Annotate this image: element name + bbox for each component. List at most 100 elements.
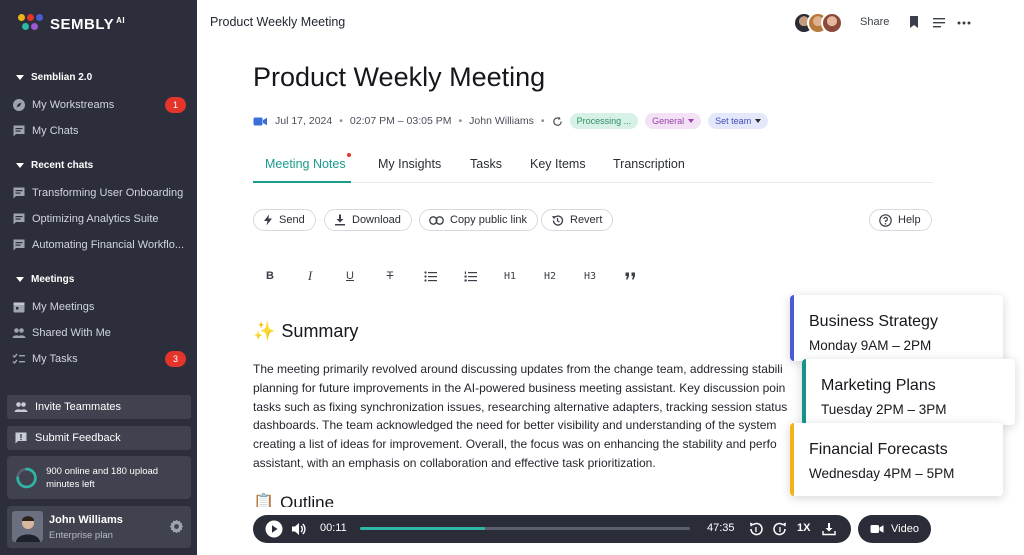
duration: 47:35 — [707, 522, 735, 534]
meeting-card-financial-forecasts[interactable]: Financial Forecasts Wednesday 4PM – 5PM — [790, 423, 1003, 496]
current-time: 00:11 — [320, 522, 347, 534]
copy-public-link-button[interactable]: Copy public link — [419, 209, 539, 231]
sparkles-icon: ✨ — [253, 321, 276, 341]
download-icon[interactable] — [822, 522, 836, 536]
gear-icon[interactable] — [169, 519, 184, 534]
logo-icon — [18, 14, 44, 34]
underline-button[interactable]: U — [340, 268, 360, 284]
usage-text: 900 online and 180 upload minutes left — [46, 465, 159, 490]
heading3-button[interactable]: H3 — [580, 268, 600, 284]
audio-player: 00:11 47:35 1X — [253, 515, 851, 543]
submit-feedback-button[interactable]: Submit Feedback — [7, 426, 191, 450]
video-camera-icon — [253, 117, 267, 125]
tab-bar: Meeting Notes My Insights Tasks Key Item… — [253, 153, 933, 183]
checklist-icon — [12, 353, 25, 365]
chat-icon — [13, 213, 25, 225]
outline-heading: 📋 Outline — [253, 493, 334, 507]
caret-down-icon — [16, 277, 24, 282]
sidebar-item-chat[interactable]: Optimizing Analytics Suite — [12, 208, 188, 230]
history-icon — [552, 214, 564, 226]
sidebar-item-shared-with-me[interactable]: Shared With Me — [12, 322, 188, 344]
user-plan: Enterprise plan — [49, 530, 113, 541]
caret-down-icon — [755, 119, 762, 123]
seek-bar[interactable] — [360, 527, 690, 530]
download-button[interactable]: Download — [324, 209, 412, 231]
tab-tasks[interactable]: Tasks — [470, 157, 502, 171]
usage-ring-icon — [16, 467, 37, 488]
user-profile[interactable]: John Williams Enterprise plan — [7, 506, 191, 548]
link-icon — [429, 215, 444, 225]
participants-avatars[interactable] — [793, 12, 845, 34]
sembly-logo[interactable]: SEMBLY AI — [18, 14, 125, 34]
tab-key-items[interactable]: Key Items — [530, 157, 586, 171]
section-semblian[interactable]: Semblian 2.0 — [16, 72, 92, 83]
page-title: Product Weekly Meeting — [253, 62, 546, 92]
count-badge: 1 — [165, 97, 186, 113]
playback-speed[interactable]: 1X — [797, 522, 810, 534]
sidebar-item-my-tasks[interactable]: My Tasks 3 — [12, 348, 188, 370]
minutes-usage[interactable]: 900 online and 180 upload minutes left — [7, 456, 191, 499]
forward-icon[interactable] — [772, 521, 788, 537]
summary-heading: ✨ Summary — [253, 321, 359, 341]
tab-meeting-notes[interactable]: Meeting Notes — [265, 157, 346, 171]
heading1-button[interactable]: H1 — [500, 268, 520, 284]
strikethrough-button[interactable]: T — [380, 268, 400, 284]
share-button[interactable]: Share — [860, 16, 889, 28]
caret-down-icon — [16, 75, 24, 80]
chat-icon — [13, 187, 25, 199]
bullet-list-icon[interactable] — [420, 268, 440, 284]
send-button[interactable]: Send — [253, 209, 316, 231]
help-button[interactable]: Help — [869, 209, 932, 231]
sidebar-item-my-meetings[interactable]: My Meetings — [12, 296, 188, 318]
meeting-card-business-strategy[interactable]: Business Strategy Monday 9AM – 2PM — [790, 295, 1003, 361]
rewind-icon[interactable] — [748, 521, 764, 537]
section-meetings[interactable]: Meetings — [16, 274, 74, 285]
tab-my-insights[interactable]: My Insights — [378, 157, 441, 171]
invite-teammates-button[interactable]: Invite Teammates — [7, 395, 191, 419]
more-options-icon[interactable] — [957, 20, 971, 26]
italic-button[interactable]: I — [300, 268, 320, 284]
meeting-owner: John Williams — [469, 115, 534, 127]
list-icon[interactable] — [932, 17, 946, 29]
section-recent-chats[interactable]: Recent chats — [16, 160, 93, 171]
sidebar-item-my-workstreams[interactable]: My Workstreams 1 — [12, 94, 188, 116]
video-camera-icon — [870, 525, 884, 533]
sidebar-item-chat[interactable]: Transforming User Onboarding — [12, 182, 188, 204]
play-icon[interactable] — [265, 520, 283, 538]
sidebar-item-my-chats[interactable]: My Chats — [12, 120, 188, 142]
team-tag[interactable]: Set team — [708, 113, 769, 129]
quote-icon[interactable] — [620, 268, 640, 284]
user-name: John Williams — [49, 514, 123, 526]
topbar-title: Product Weekly Meeting — [210, 15, 346, 29]
chat-icon — [13, 125, 25, 137]
help-icon — [879, 213, 892, 227]
numbered-list-icon[interactable] — [460, 268, 480, 284]
meeting-card-marketing-plans[interactable]: Marketing Plans Tuesday 2PM – 3PM — [802, 359, 1015, 425]
refresh-icon[interactable] — [552, 116, 563, 127]
video-button[interactable]: Video — [858, 515, 931, 543]
count-badge: 3 — [165, 351, 186, 367]
avatar — [821, 12, 843, 34]
tab-transcription[interactable]: Transcription — [613, 157, 685, 171]
avatar — [12, 511, 43, 542]
bold-button[interactable]: B — [260, 268, 280, 284]
people-icon — [14, 402, 28, 412]
clipboard-icon: 📋 — [253, 493, 275, 507]
revert-button[interactable]: Revert — [541, 209, 614, 231]
logo-text: SEMBLY AI — [50, 15, 126, 33]
heading2-button[interactable]: H2 — [540, 268, 560, 284]
sidebar-item-chat[interactable]: Automating Financial Workflo... — [12, 234, 188, 256]
bookmark-icon[interactable] — [908, 15, 920, 29]
download-icon — [335, 214, 345, 226]
caret-down-icon — [16, 163, 24, 168]
calendar-icon — [13, 302, 25, 313]
caret-down-icon — [688, 119, 695, 123]
meeting-time: 02:07 PM – 03:05 PM — [349, 115, 452, 127]
people-icon — [12, 328, 26, 338]
meeting-meta: Jul 17, 2024 • 02:07 PM – 03:05 PM • Joh… — [253, 112, 769, 130]
status-tag[interactable]: Processing ... — [569, 113, 639, 129]
seek-progress — [360, 527, 486, 530]
folder-tag[interactable]: General — [645, 113, 702, 129]
volume-icon[interactable] — [291, 522, 306, 536]
chat-icon — [13, 239, 25, 251]
